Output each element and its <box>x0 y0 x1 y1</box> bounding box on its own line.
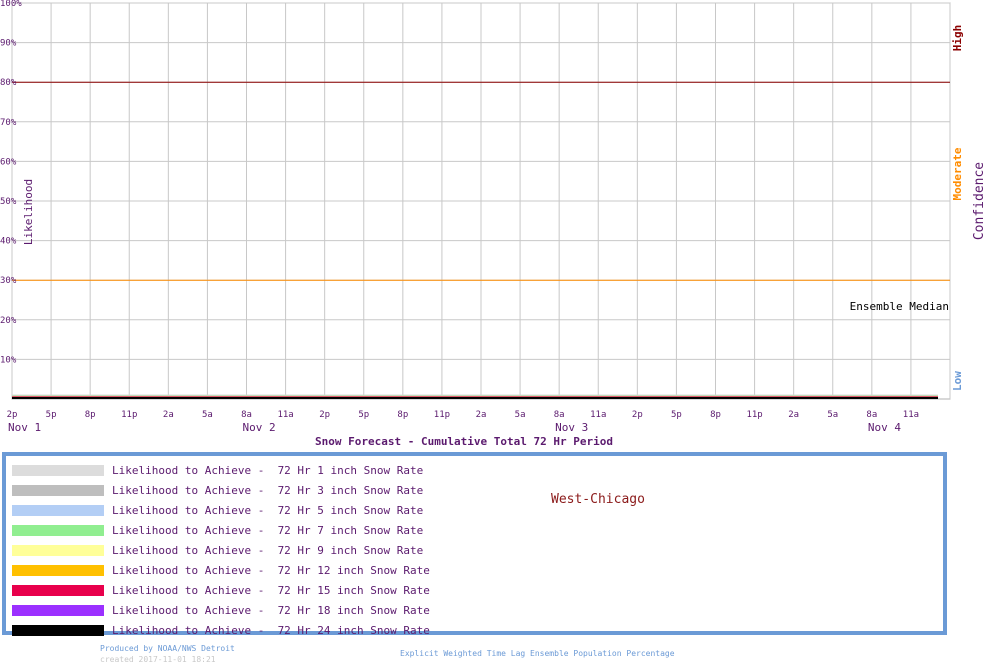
x-tick-label: 5p <box>671 410 682 420</box>
legend-label: Likelihood to Achieve - 72 Hr 24 inch Sn… <box>112 623 430 637</box>
legend-swatch <box>12 464 104 476</box>
legend-item: Likelihood to Achieve - 72 Hr 9 inch Sno… <box>12 540 423 560</box>
x-tick-label: 8p <box>397 410 408 420</box>
confidence-low-label: Low <box>951 371 964 391</box>
x-tick-label: 2a <box>788 410 799 420</box>
date-labels: Nov 1 Nov 2 Nov 3 Nov 4 <box>8 421 901 434</box>
location-label: West-Chicago <box>551 492 645 507</box>
legend-item: Likelihood to Achieve - 72 Hr 7 inch Sno… <box>12 520 423 540</box>
date-label: Nov 2 <box>243 421 276 434</box>
legend-item: Likelihood to Achieve - 72 Hr 24 inch Sn… <box>12 620 430 640</box>
legend-item: Likelihood to Achieve - 72 Hr 5 inch Sno… <box>12 500 423 520</box>
x-tick-label: 5a <box>827 410 838 420</box>
legend-item: Likelihood to Achieve - 72 Hr 3 inch Sno… <box>12 480 423 500</box>
x-tick-label: 2a <box>476 410 487 420</box>
x-tick-label: 2p <box>319 410 330 420</box>
x-tick-label: 8p <box>85 410 96 420</box>
y-tick-label: 60% <box>0 157 17 167</box>
legend-item: Likelihood to Achieve - 72 Hr 18 inch Sn… <box>12 600 430 620</box>
x-tick-label: 5a <box>515 410 526 420</box>
x-tick-label: 2p <box>7 410 18 420</box>
legend-item: Likelihood to Achieve - 72 Hr 15 inch Sn… <box>12 580 430 600</box>
produced-by-text: Produced by NOAA/NWS Detroit <box>100 644 235 653</box>
legend-swatch <box>12 564 104 576</box>
x-tick-label: 2p <box>632 410 643 420</box>
y-tick-label: 80% <box>0 78 17 88</box>
method-description: Explicit Weighted Time Lag Ensemble Popu… <box>400 649 675 658</box>
legend-swatch <box>12 504 104 516</box>
date-label: Nov 3 <box>555 421 588 434</box>
date-label: Nov 1 <box>8 421 41 434</box>
x-tick-label: 11a <box>903 410 919 420</box>
y-tick-label: 40% <box>0 237 17 247</box>
legend-label: Likelihood to Achieve - 72 Hr 12 inch Sn… <box>112 563 430 577</box>
x-tick-label: 8a <box>866 410 877 420</box>
x-tick-label: 5p <box>46 410 57 420</box>
legend-label: Likelihood to Achieve - 72 Hr 9 inch Sno… <box>112 543 424 557</box>
chart: 100% 90% 80% 70% 60% 50% 40% 30% 20% 10% 2p 5p 8p 11… <box>0 0 987 448</box>
x-tick-label: 5p <box>358 410 369 420</box>
legend-item: Likelihood to Achieve - 72 Hr 1 inch Sno… <box>12 460 423 480</box>
created-timestamp: created 2017-11-01 18:21 <box>100 655 216 664</box>
legend-label: Likelihood to Achieve - 72 Hr 1 inch Sno… <box>112 463 424 477</box>
grid <box>11 2 951 400</box>
y-tick-label: 90% <box>0 39 17 49</box>
x-tick-label: 11p <box>121 410 137 420</box>
confidence-high-label: High <box>951 25 964 52</box>
y-tick-label: 50% <box>0 197 17 207</box>
x-tick-label: 2a <box>163 410 174 420</box>
ensemble-median-annotation: Ensemble Median <box>850 300 949 313</box>
confidence-moderate-label: Moderate <box>951 147 964 200</box>
legend-label: Likelihood to Achieve - 72 Hr 7 inch Sno… <box>112 523 424 537</box>
legend-label: Likelihood to Achieve - 72 Hr 15 inch Sn… <box>112 583 430 597</box>
legend-swatch <box>12 604 104 616</box>
x-tick-label: 11p <box>746 410 762 420</box>
x-tick-label: 5a <box>202 410 213 420</box>
legend-swatch <box>12 544 104 556</box>
legend-swatch <box>12 484 104 496</box>
legend-swatch <box>12 624 104 636</box>
legend-swatch <box>12 524 104 536</box>
date-label: Nov 4 <box>868 421 901 434</box>
y-tick-label: 70% <box>0 118 17 128</box>
chart-title: Snow Forecast - Cumulative Total 72 Hr P… <box>315 435 613 448</box>
y-tick-label: 10% <box>0 355 17 365</box>
x-tick-label: 11a <box>590 410 606 420</box>
legend-label: Likelihood to Achieve - 72 Hr 3 inch Sno… <box>112 483 424 497</box>
y-tick-label: 20% <box>0 316 17 326</box>
x-tick-label: 8p <box>710 410 721 420</box>
x-tick-label: 11p <box>434 410 450 420</box>
confidence-axis-title: Confidence <box>972 162 987 240</box>
x-tick-label: 8a <box>554 410 565 420</box>
x-tick-label: 8a <box>241 410 252 420</box>
legend-label: Likelihood to Achieve - 72 Hr 18 inch Sn… <box>112 603 430 617</box>
legend-swatch <box>12 584 104 596</box>
y-tick-label: 100% <box>0 0 22 9</box>
x-tick-label: 11a <box>277 410 293 420</box>
series-lines <box>12 394 938 399</box>
footer-credits: Produced by NOAA/NWS Detroit created 201… <box>100 643 235 665</box>
x-tick-labels: 2p 5p 8p 11p 2a 5a 8a 11a 2p 5p 8p 11p 2a 5a 8a 11a 2p 5p… <box>7 410 919 420</box>
y-tick-label: 30% <box>0 276 17 286</box>
legend-label: Likelihood to Achieve - 72 Hr 5 inch Sno… <box>112 503 424 517</box>
y-axis-label: Likelihood <box>22 179 35 245</box>
legend-item: Likelihood to Achieve - 72 Hr 12 inch Sn… <box>12 560 430 580</box>
legend: Likelihood to Achieve - 72 Hr 1 inch Sno… <box>2 452 947 637</box>
